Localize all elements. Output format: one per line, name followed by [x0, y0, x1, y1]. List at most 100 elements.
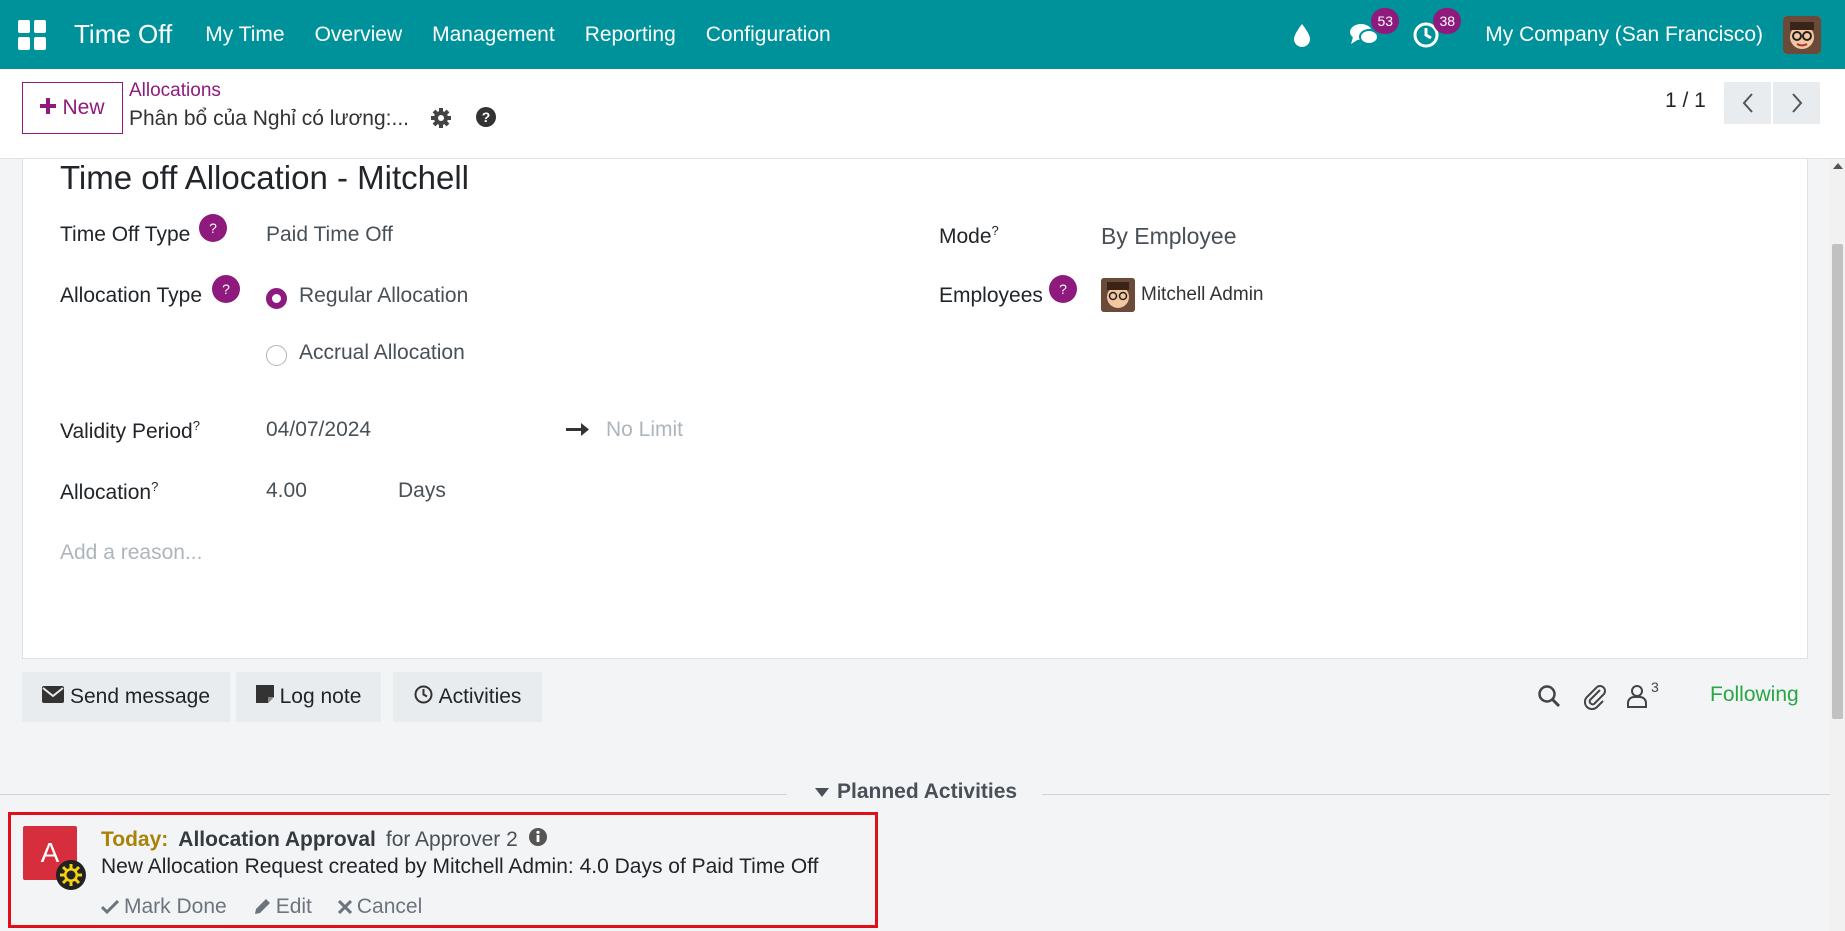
breadcrumb-allocations[interactable]: Allocations	[129, 80, 221, 102]
top-navbar: Time Off My Time Overview Management Rep…	[0, 0, 1845, 69]
activity-note: New Allocation Request created by Mitche…	[101, 855, 819, 878]
mark-done-label: Mark Done	[124, 895, 227, 918]
validity-start-field[interactable]: 04/07/2024	[266, 418, 371, 442]
main-menu: My Time Overview Management Reporting Co…	[190, 23, 845, 47]
employees-label: Employees	[939, 284, 1043, 307]
breadcrumb-current: Phân bổ của Nghỉ có lương:...	[129, 107, 409, 130]
validity-period-label: Validity Period?	[60, 418, 200, 444]
control-panel: New Allocations Phân bổ của Nghỉ có lươn…	[0, 69, 1845, 159]
activity-item: A Today: Allocation Approval for Approve…	[8, 812, 878, 928]
mode-field[interactable]: By Employee	[1101, 223, 1237, 250]
info-icon[interactable]	[528, 827, 548, 853]
edit-label: Edit	[275, 895, 312, 918]
pager-value[interactable]: 1 / 1	[1665, 89, 1706, 113]
employee-tag[interactable]: Mitchell Admin	[1141, 284, 1264, 306]
log-note-label: Log note	[279, 685, 362, 708]
messages-badge: 53	[1371, 7, 1400, 34]
allocation-type-help-icon[interactable]: ?	[212, 275, 240, 303]
scroll-up-icon[interactable]	[1833, 163, 1843, 169]
record-title[interactable]: Time off Allocation - Mitchell	[60, 159, 469, 197]
close-icon	[337, 900, 352, 914]
menu-management[interactable]: Management	[417, 23, 570, 47]
arrow-right-icon	[566, 422, 590, 441]
followers-count: 3	[1651, 679, 1659, 695]
menu-configuration[interactable]: Configuration	[691, 23, 846, 47]
user-avatar[interactable]	[1783, 15, 1821, 54]
regular-allocation-radio[interactable]	[266, 288, 287, 309]
menu-my-time[interactable]: My Time	[190, 23, 299, 47]
activities-badge: 38	[1433, 7, 1462, 34]
activity-assignee: for Approver 2	[385, 828, 518, 851]
allocation-unit: Days	[398, 479, 446, 502]
gear-icon[interactable]	[430, 107, 452, 134]
regular-allocation-label[interactable]: Regular Allocation	[299, 284, 468, 308]
apps-menu-icon[interactable]	[18, 19, 48, 50]
allocation-tooltip[interactable]: ?	[151, 479, 158, 494]
mode-tooltip[interactable]: ?	[992, 223, 999, 238]
menu-reporting[interactable]: Reporting	[570, 23, 691, 47]
log-note-button[interactable]: Log note	[236, 672, 381, 722]
new-button-label: New	[62, 96, 105, 119]
planned-activities-toggle[interactable]: Planned Activities	[815, 780, 1017, 804]
svg-text:?: ?	[482, 109, 491, 125]
validity-period-tooltip[interactable]: ?	[193, 418, 200, 433]
mark-done-button[interactable]: Mark Done	[101, 895, 227, 919]
planned-separator-left	[0, 794, 787, 795]
plus-icon	[40, 96, 57, 120]
scrollbar[interactable]	[1830, 159, 1845, 931]
mode-label: Mode?	[939, 223, 999, 249]
time-off-type-field[interactable]: Paid Time Off	[266, 223, 393, 247]
planned-separator-right	[1042, 794, 1830, 795]
send-message-label: Send message	[69, 685, 211, 708]
menu-overview[interactable]: Overview	[300, 23, 418, 47]
pager-previous-button[interactable]	[1724, 82, 1771, 124]
clock-icon	[414, 685, 433, 710]
followers-icon[interactable]	[1626, 684, 1648, 713]
activities-button[interactable]: Activities	[393, 672, 542, 722]
scrollbar-thumb[interactable]	[1832, 244, 1843, 719]
edit-button[interactable]: Edit	[253, 895, 312, 919]
company-switcher[interactable]: My Company (San Francisco)	[1485, 23, 1763, 47]
new-button[interactable]: New	[22, 82, 123, 134]
validity-period-label-text: Validity Period	[60, 420, 193, 443]
employees-help-icon[interactable]: ?	[1049, 275, 1077, 303]
envelope-icon	[41, 685, 64, 709]
cancel-button[interactable]: Cancel	[337, 895, 423, 919]
activity-type: Allocation Approval	[178, 828, 376, 851]
help-icon[interactable]: ?	[475, 106, 497, 133]
validity-end-field[interactable]: No Limit	[606, 418, 683, 442]
messages-icon[interactable]: 53	[1347, 7, 1400, 52]
search-icon[interactable]	[1537, 684, 1561, 713]
accrual-allocation-radio[interactable]	[266, 345, 287, 366]
send-message-button[interactable]: Send message	[22, 672, 230, 722]
activity-due-label: Today:	[101, 828, 169, 851]
note-icon	[255, 685, 274, 709]
activities-label: Activities	[438, 685, 522, 708]
allocation-type-label: Allocation Type	[60, 284, 203, 307]
pencil-icon	[254, 899, 270, 914]
form-sheet: Time off Allocation - Mitchell Time Off …	[22, 159, 1808, 659]
cancel-label: Cancel	[356, 895, 423, 918]
app-brand[interactable]: Time Off	[74, 19, 172, 50]
time-off-type-label: Time Off Type	[60, 223, 191, 246]
allocation-days-field[interactable]: 4.00	[266, 479, 307, 503]
reason-field[interactable]: Add a reason...	[60, 541, 202, 565]
activities-clock-icon[interactable]: 38	[1409, 7, 1462, 52]
activity-type-sun-icon	[56, 860, 86, 890]
activity-summary-line: Today: Allocation Approval for Approver …	[101, 827, 548, 853]
employee-avatar	[1101, 278, 1135, 312]
pager-next-button[interactable]	[1773, 82, 1820, 124]
following-button[interactable]: Following	[1710, 683, 1799, 707]
paperclip-icon[interactable]	[1582, 684, 1608, 715]
accrual-allocation-label[interactable]: Accrual Allocation	[299, 341, 465, 365]
allocation-label: Allocation?	[60, 479, 158, 505]
droplet-icon[interactable]	[1285, 18, 1319, 52]
navbar-systray: 53 38 My Company (San Francisco)	[1271, 0, 1845, 69]
caret-down-icon	[815, 780, 829, 804]
mode-label-text: Mode	[939, 225, 992, 248]
check-icon	[101, 900, 119, 914]
allocation-label-text: Allocation	[60, 481, 152, 504]
time-off-type-help-icon[interactable]: ?	[199, 214, 227, 242]
planned-activities-header: Planned Activities	[837, 780, 1018, 803]
activity-actions: Mark Done Edit Cancel	[101, 895, 422, 919]
